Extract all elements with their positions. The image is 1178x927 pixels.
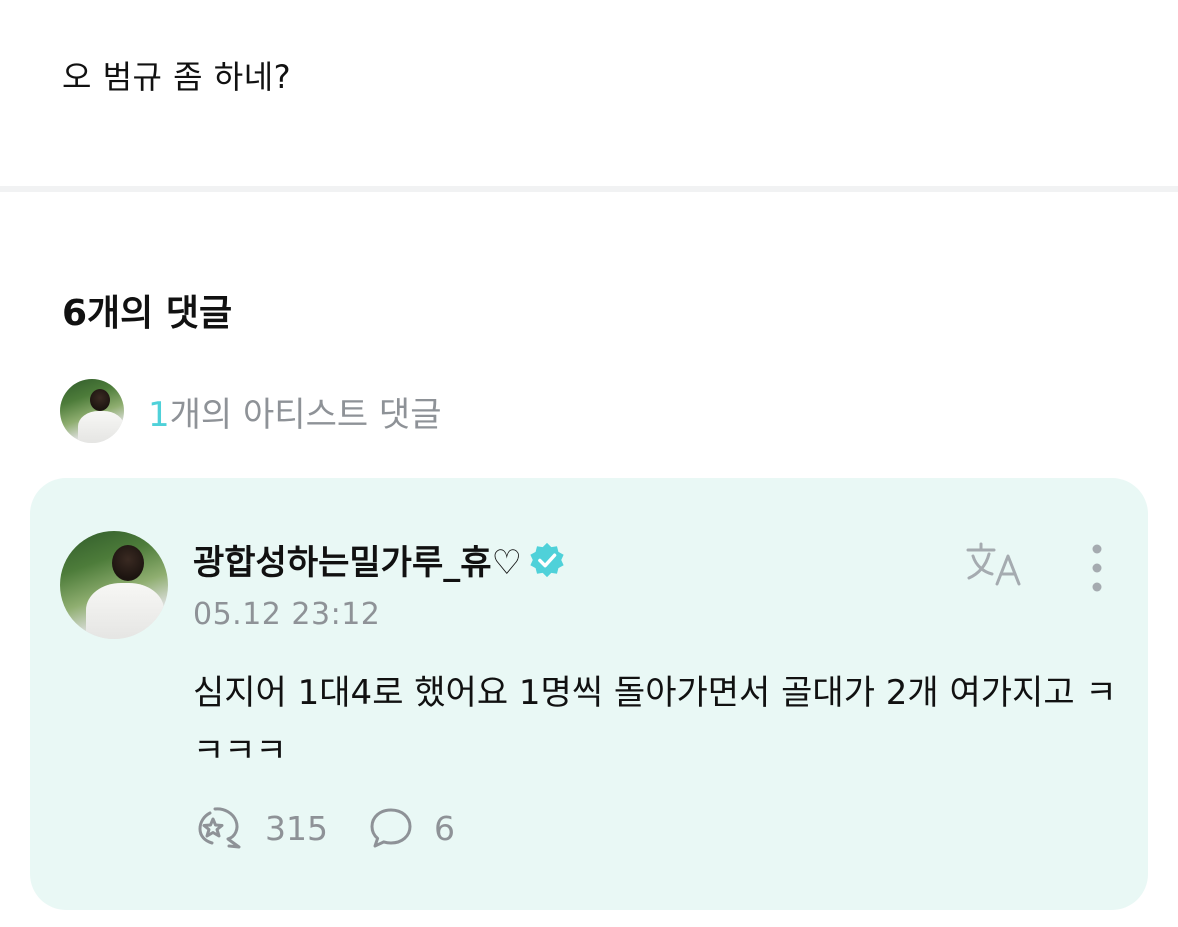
comment-body: 심지어 1대4로 했어요 1명씩 돌아가면서 골대가 2개 여가지고 ㅋㅋㅋㅋ <box>193 673 1117 771</box>
artist-avatar <box>60 379 124 443</box>
comment-author-avatar[interactable] <box>60 531 168 639</box>
reply-button[interactable]: 6 <box>368 806 455 850</box>
like-button[interactable]: 315 <box>193 805 328 851</box>
verified-badge-icon <box>530 542 564 577</box>
like-icon <box>198 807 241 849</box>
artist-comment-card: 광합성하는밀가루_휴♡ 05.12 23:12 심지어 1대4로 했어요 1명씩… <box>30 478 1148 910</box>
artist-comments-link[interactable]: 1개의 아티스트 댓글 <box>60 379 442 443</box>
translate-button[interactable] <box>964 540 1028 590</box>
comments-count-heading: 6개의 댓글 <box>62 293 233 334</box>
more-vertical-icon <box>1092 544 1102 592</box>
reply-bubble-icon <box>370 808 412 848</box>
more-options-button[interactable] <box>1082 542 1112 594</box>
artist-comments-count: 1 <box>148 394 170 435</box>
comment-author-name: 광합성하는밀가루_휴♡ <box>193 543 522 583</box>
comment-timestamp: 05.12 23:12 <box>193 597 381 632</box>
comment-actions: 315 6 <box>193 805 455 851</box>
post-text: 오 범규 좀 하네? <box>62 58 292 96</box>
reply-count: 6 <box>434 808 455 848</box>
artist-comments-text: 개의 아티스트 댓글 <box>169 394 442 435</box>
translate-icon <box>966 542 1021 586</box>
comment-author[interactable]: 광합성하는밀가루_휴♡ <box>193 535 566 584</box>
artist-comments-label: 1개의 아티스트 댓글 <box>148 387 442 436</box>
section-divider <box>0 186 1178 192</box>
like-count: 315 <box>265 808 328 848</box>
